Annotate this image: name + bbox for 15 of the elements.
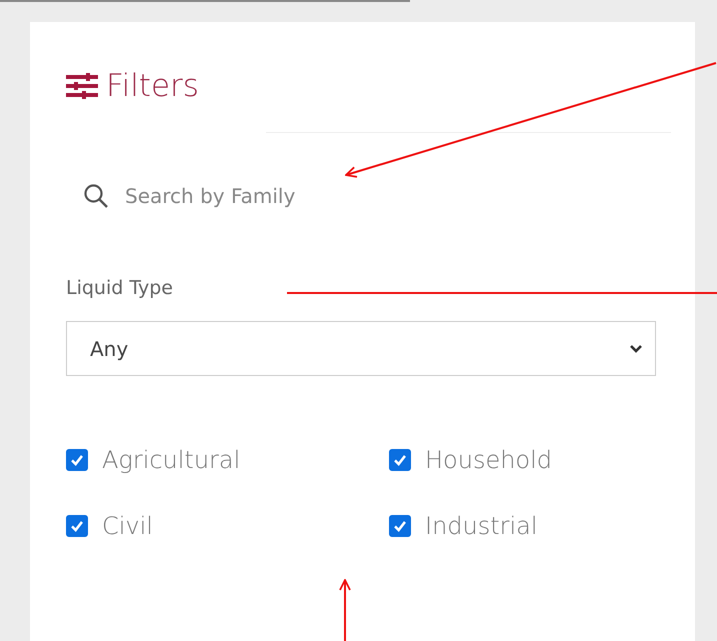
checkbox[interactable] xyxy=(66,515,88,537)
category-checkbox[interactable]: Civil xyxy=(66,512,389,540)
liquid-type-dropdown[interactable]: Any xyxy=(66,321,656,376)
field-label: Liquid Type xyxy=(66,277,173,299)
checkbox[interactable] xyxy=(389,515,411,537)
search-icon xyxy=(83,183,109,209)
checkbox[interactable] xyxy=(389,449,411,471)
sliders-icon xyxy=(66,73,98,99)
chevron-icon xyxy=(629,344,643,354)
checkbox[interactable] xyxy=(66,449,88,471)
category-checkbox[interactable]: Household xyxy=(389,446,629,474)
category-checkbox[interactable]: Industrial xyxy=(389,512,629,540)
category-checkbox[interactable]: Agricultural xyxy=(66,446,389,474)
panel-title: Filters xyxy=(106,68,199,104)
annotation-arrow xyxy=(339,579,351,641)
